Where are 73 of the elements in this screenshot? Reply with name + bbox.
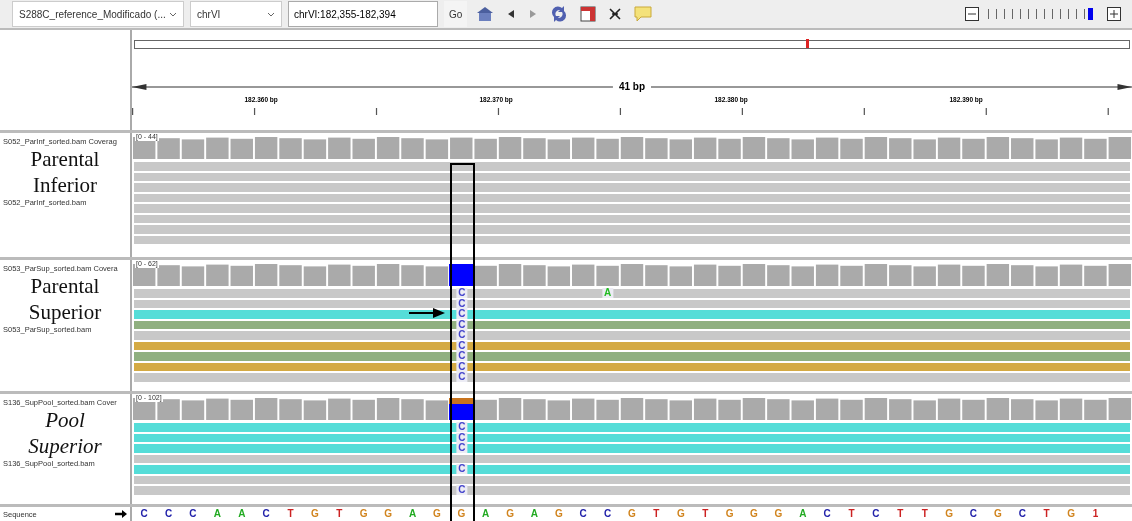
sequence-base: A [408,507,417,521]
mismatch-base: C [456,464,468,474]
span-label: 41 bp [618,81,646,92]
sequence-base: G [1067,507,1075,521]
sequence-base: T [921,507,928,521]
mismatch-base: C [456,309,468,319]
sequence-base: A [482,507,490,521]
annotation-label: Pool [44,407,86,433]
sequence-base: C [823,507,831,521]
sequence-base: C [604,507,612,521]
mismatch-base: C [456,351,468,361]
mismatch-base: C [456,288,468,298]
sequence-base: G [311,507,319,521]
sequence-base: G [993,507,1002,521]
zoom-in-button[interactable] [1104,7,1124,21]
sequence-base: G [457,507,466,521]
mismatch-base: C [456,422,468,432]
annotation-label: Superior [27,299,103,325]
strand-arrow-icon[interactable] [115,510,127,518]
allele-bar [449,264,474,286]
mismatch-base: C [456,319,468,330]
genome-dropdown[interactable]: S288C_reference_Modificado (... [12,1,184,27]
sequence-base: C [579,507,587,521]
mismatch-base: C [456,432,468,443]
sequence-base: G [774,507,783,521]
caret-icon [267,11,275,17]
chromosome-dropdown[interactable]: chrVI [190,1,282,27]
caret-icon [169,11,177,17]
mismatch-base: C [456,361,468,372]
sequence-base: G [750,507,758,521]
sequence-base: T [1043,507,1050,521]
mismatch-base: A [602,288,614,298]
annotation-label: Inferior [31,172,99,198]
sequence-base: T [897,507,904,521]
sequence-base: G [384,507,392,521]
mismatch-base: C [456,372,468,382]
mismatch-base: C [456,485,468,495]
sequence-base: A [238,507,246,521]
sequence-base: G [676,507,685,521]
sequence-base: C [189,507,197,521]
sequence-base: G [506,507,514,521]
sequence-base: G [554,507,563,521]
annotation-label: Superior [27,433,103,459]
sequence-base: T [336,507,343,521]
sequence-base: A [530,507,539,521]
annotation-label: Parental [29,146,101,172]
sequence-base: G [945,507,953,521]
mismatch-base: C [456,298,468,309]
mismatch-base: C [456,340,468,351]
sequence-base: G [725,507,734,521]
sequence-base: C [262,507,270,521]
sequence-base: G [628,507,636,521]
sequence-base: T [653,507,660,521]
locus-field[interactable]: chrVI:182,355-182,394 [288,1,438,27]
sequence-base: C [164,507,173,521]
sequence-base: T [848,507,855,521]
allele-bar [449,398,474,420]
sequence-base: T [702,507,709,521]
mismatch-base: C [456,443,468,453]
sequence-base: C [1018,507,1026,521]
sequence-base: 1 [1092,507,1099,521]
zoom-out-button[interactable] [962,7,982,21]
go-button[interactable]: Go [444,1,468,27]
sequence-base: G [359,507,368,521]
annotation-label: Parental [29,273,101,299]
sequence-base: A [799,507,807,521]
sequence-base: C [140,507,148,521]
sequence-base: C [872,507,880,521]
sequence-base: C [969,507,978,521]
sequence-base: G [433,507,441,521]
sequence-base: T [287,507,294,521]
mismatch-base: C [456,330,468,340]
sequence-base: A [213,507,221,521]
